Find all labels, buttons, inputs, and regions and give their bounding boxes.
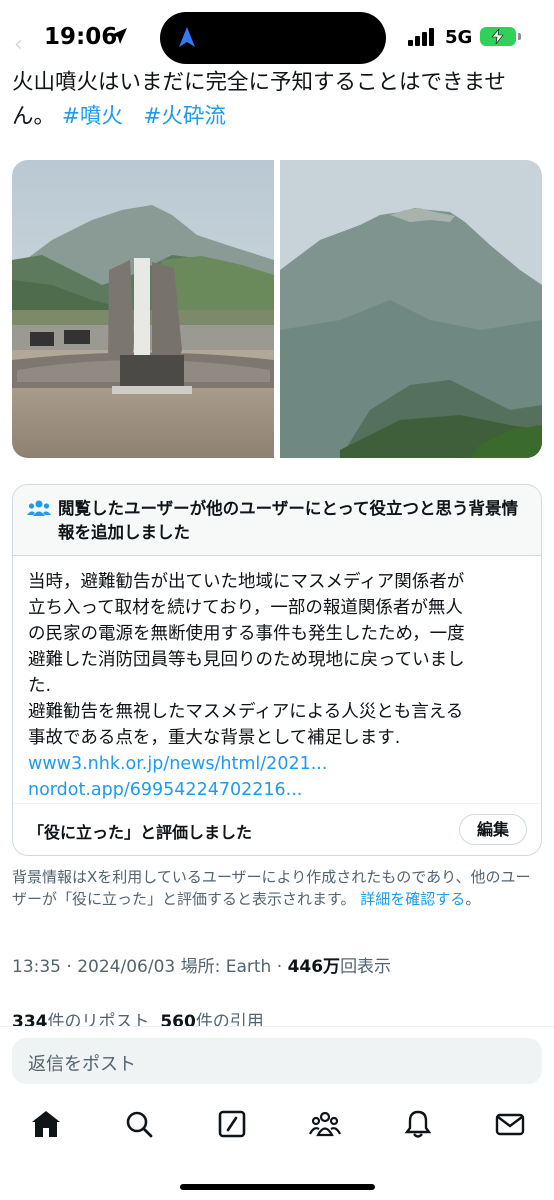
note-line: た.	[28, 676, 52, 696]
back-chevron-icon[interactable]: ‹	[14, 32, 23, 57]
home-indicator	[180, 1184, 375, 1190]
post-location: 場所: Earth	[180, 957, 272, 977]
tweet-text: 火山噴火はいまだに完全に予知することはできませ ん。 #噴火 #火砕流	[12, 66, 542, 134]
reply-bar: 返信をポスト	[0, 1026, 554, 1097]
view-count-label: 回表示	[340, 957, 392, 977]
messages-icon[interactable]	[494, 1108, 526, 1140]
view-count: 446万	[287, 957, 341, 977]
note-line: の民家の電源を無断使用する事件も発生したため，一度	[28, 624, 465, 644]
edit-rating-button[interactable]: 編集	[459, 814, 527, 845]
photo-monument-volcano-icon	[12, 160, 274, 458]
home-icon[interactable]	[30, 1108, 62, 1140]
rated-helpful-label: 「役に立った」と評価しました	[28, 823, 253, 842]
community-note-header: 閲覧したユーザーが他のユーザーにとって役立つと思う背景情報を追加しました	[13, 485, 541, 556]
divider	[13, 803, 541, 804]
location-arrow-icon	[111, 28, 127, 44]
note-line: 立ち入って取材を続けており，一部の報道関係者が無人	[28, 598, 463, 618]
battery-cap	[518, 33, 521, 40]
network-type: 5G	[445, 27, 473, 48]
note-disclaimer: 背景情報はXを利用しているユーザーにより作成されたものであり、他のユーザーが「役…	[12, 866, 542, 910]
note-line: 避難した消防団員等も見回りのため現地に戻っていまし	[28, 650, 465, 670]
community-note-card: 閲覧したユーザーが他のユーザーにとって役立つと思う背景情報を追加しました 当時，…	[12, 484, 542, 856]
tweet-photo-monument[interactable]	[12, 160, 274, 458]
note-line: 避難勧告を無視したマスメディアによる人災とも言える	[28, 702, 464, 722]
dynamic-island	[160, 12, 386, 64]
learn-more-link[interactable]: 詳細を確認する	[360, 890, 465, 908]
community-note-body: 当時，避難勧告が出ていた地域にマスメディア関係者が 立ち入って取材を続けており，…	[28, 569, 533, 803]
note-source-link[interactable]: nordot.app/69954224702216...	[28, 777, 533, 803]
note-line: 事故である点を，重大な背景として補足します.	[28, 728, 401, 748]
notifications-icon[interactable]	[402, 1108, 434, 1140]
note-source-link[interactable]: www3.nhk.or.jp/news/html/2021...	[28, 751, 533, 777]
communities-icon[interactable]	[309, 1108, 341, 1140]
grok-icon[interactable]	[216, 1108, 248, 1140]
people-icon	[27, 500, 51, 516]
status-time: 19:06	[44, 24, 118, 50]
charging-bolt-icon	[491, 29, 504, 44]
tweet-photo-volcano[interactable]	[280, 160, 542, 458]
post-time: 13:35	[12, 957, 61, 977]
status-bar: 19:06 5G	[0, 0, 554, 70]
note-line: 当時，避難勧告が出ていた地域にマスメディア関係者が	[28, 572, 465, 592]
post-date: 2024/06/03	[77, 957, 176, 977]
hashtag-link[interactable]: #噴火	[62, 104, 123, 129]
disclaimer-period: 。	[465, 890, 481, 908]
navigation-arrow-icon	[179, 27, 195, 47]
community-note-title: 閲覧したユーザーが他のユーザーにとって役立つと思う背景情報を追加しました	[58, 499, 519, 542]
tweet-text-line2: ん。	[12, 104, 56, 129]
hashtag-link[interactable]: #火砕流	[143, 104, 226, 129]
tweet-text-line1: 火山噴火はいまだに完全に予知することはできませ	[12, 70, 506, 95]
reply-placeholder: 返信をポスト	[28, 1054, 136, 1075]
search-icon[interactable]	[123, 1108, 155, 1140]
photo-volcano-peak-icon	[280, 160, 542, 458]
tweet-meta: 13:35 · 2024/06/03 場所: Earth · 446万回表示	[12, 957, 392, 977]
cellular-signal-icon	[408, 28, 434, 46]
reply-input[interactable]: 返信をポスト	[12, 1038, 542, 1084]
